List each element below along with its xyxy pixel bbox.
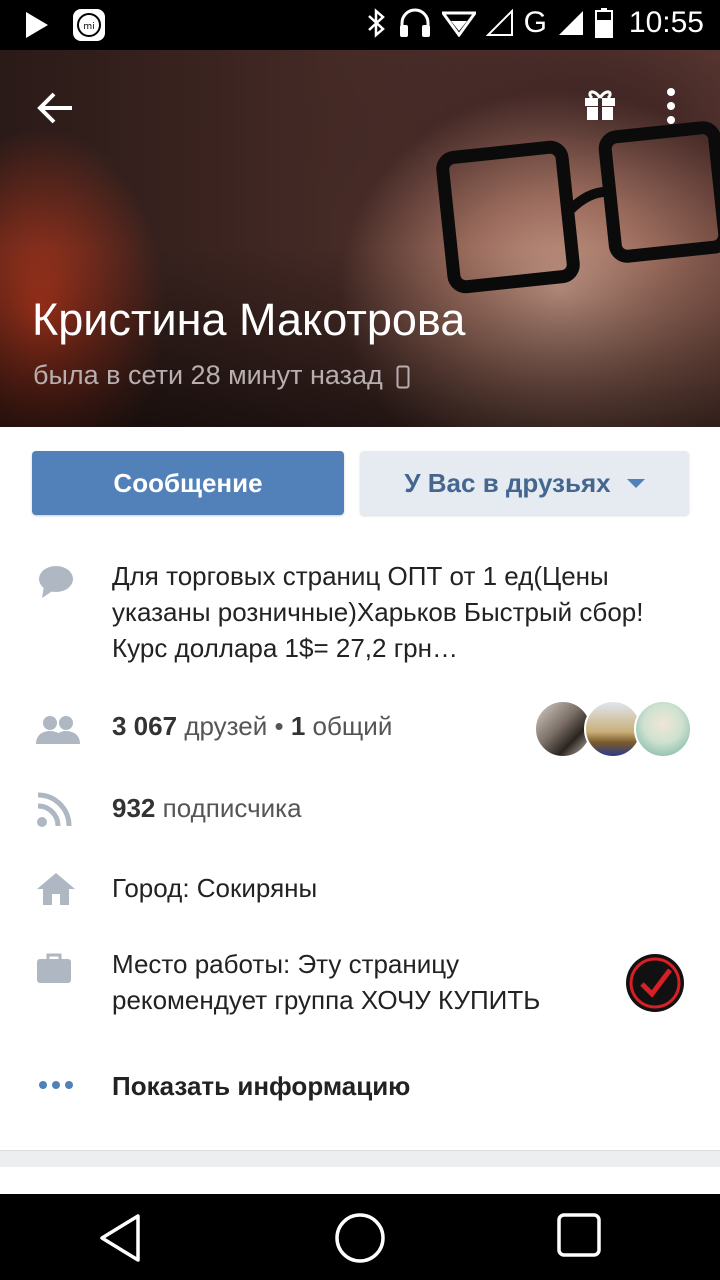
profile-cover-photo: Кристина Макотрова была в сети 28 минут … [0, 50, 720, 427]
friends-avatars[interactable] [534, 700, 694, 758]
more-options-button[interactable] [656, 86, 686, 126]
home-icon [37, 873, 75, 905]
work-text-line-1: Место работы: Эту страницу [112, 949, 460, 979]
mutual-word: общий [312, 711, 393, 741]
friends-icon [36, 716, 80, 744]
clock: 10:55 [628, 6, 704, 39]
friends-summary: 3 067 друзей • 1 общий [112, 708, 392, 744]
system-navigation-bar [0, 1194, 720, 1280]
gift-icon [585, 90, 615, 120]
play-icon [26, 12, 48, 38]
friends-status-label: У Вас в друзьях [404, 467, 611, 498]
separator-dot: • [274, 711, 284, 741]
last-seen-text: была в сети 28 минут назад [33, 360, 383, 390]
friends-word: друзей [184, 711, 268, 741]
speech-bubble-icon [39, 566, 73, 598]
nav-home-button[interactable] [332, 1210, 388, 1266]
followers-word: подписчика [162, 793, 302, 823]
circle-home-icon [335, 1213, 385, 1263]
last-seen-status: была в сети 28 минут назад [33, 360, 410, 391]
briefcase-icon [37, 953, 71, 983]
back-button[interactable] [34, 86, 78, 130]
followers-summary: 932 подписчика [112, 790, 302, 826]
arrow-left-icon [37, 92, 72, 124]
chevron-down-icon [626, 478, 645, 488]
followers-count: 932 [112, 793, 156, 823]
wifi-icon [441, 11, 476, 37]
signal-icon [558, 11, 583, 35]
square-recents-icon [557, 1213, 601, 1257]
avatar[interactable] [634, 700, 692, 758]
red-checkmark-icon [629, 957, 681, 1009]
show-info-link[interactable]: Показать информацию [112, 1068, 410, 1104]
mi-icon: mi [73, 9, 105, 41]
work-text-line-2: рекомендует группа ХОЧУ КУПИТЬ [112, 985, 541, 1015]
nav-recents-button[interactable] [554, 1210, 610, 1266]
mobile-phone-icon [396, 365, 410, 389]
more-horizontal-icon [39, 1081, 73, 1089]
status-text: Для торговых страниц ОПТ от 1 ед(Цены ук… [112, 561, 644, 663]
more-vertical-icon [667, 88, 675, 124]
friends-status-button[interactable]: У Вас в друзьях [360, 451, 689, 515]
signal-empty-icon [485, 9, 513, 36]
status-bar: mi G 10:55 [0, 0, 720, 50]
work-text: Место работы: Эту страницу рекомендует г… [112, 946, 612, 1018]
friends-row[interactable]: 3 067 друзей • 1 общий [0, 700, 720, 758]
message-button[interactable]: Сообщение [32, 451, 344, 515]
svg-text:mi: mi [83, 22, 94, 32]
city-text: Город: Сокиряны [112, 873, 318, 903]
rss-icon [37, 792, 72, 827]
nav-back-button[interactable] [96, 1210, 152, 1266]
mutual-count: 1 [290, 711, 306, 741]
gift-button[interactable] [582, 86, 618, 122]
bluetooth-icon [367, 8, 385, 38]
triangle-back-icon [100, 1214, 140, 1262]
friends-count: 3 067 [112, 711, 178, 741]
profile-name: Кристина Макотрова [32, 294, 466, 345]
message-button-label: Сообщение [113, 467, 263, 498]
work-group-logo[interactable] [626, 954, 684, 1012]
battery-icon [594, 8, 613, 38]
network-type: G [523, 6, 547, 39]
section-divider [0, 1150, 720, 1167]
headset-icon [399, 8, 430, 37]
